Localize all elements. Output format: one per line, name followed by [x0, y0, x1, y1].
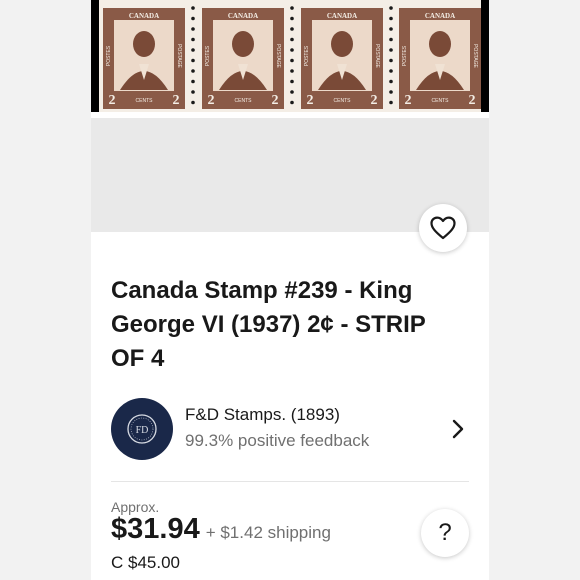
section-divider: [111, 481, 469, 482]
stamp-postes-text: POSTES: [304, 45, 310, 66]
perforation-hole: [290, 48, 294, 52]
perforation-hole: [191, 58, 195, 63]
price-value: $31.94: [111, 513, 200, 545]
watch-button[interactable]: [419, 204, 467, 252]
perforation-hole: [389, 100, 393, 105]
perforation-hole: [389, 6, 393, 10]
stamp-value-right: 2: [371, 93, 378, 108]
stamp-value-left: 2: [109, 93, 116, 108]
listing-screen: CANADA POSTES POSTAGE 2 2 CENTS CANADA POSTES PO…: [91, 0, 489, 580]
stamp: CANADA POSTES POSTAGE 2 2 CENTS: [399, 8, 481, 109]
avatar-initials: FD: [136, 425, 149, 436]
stamp: CANADA POSTES POSTAGE 2 2 CENTS: [301, 8, 383, 109]
perforation-hole: [191, 16, 195, 21]
perforation-hole: [191, 100, 195, 105]
perforation-hole: [191, 90, 195, 94]
stamp-value-left: 2: [405, 93, 412, 108]
stamp-postes-text: POSTES: [205, 45, 211, 66]
stamp-value-right: 2: [272, 93, 279, 108]
portrait-head: [429, 31, 451, 57]
shipping-cost: + $1.42 shipping: [205, 523, 331, 542]
fd-logo-icon: FD: [127, 414, 157, 444]
stamp-postes-text: POSTES: [106, 45, 112, 66]
portrait-head: [331, 31, 353, 57]
stamp-country-text: CANADA: [228, 12, 258, 20]
price-row: $31.94 + $1.42 shipping: [111, 513, 331, 546]
stamp-value-left: 2: [208, 93, 215, 108]
stamp-value-right: 2: [469, 93, 476, 108]
perforation-hole: [290, 58, 294, 63]
help-button[interactable]: ?: [421, 509, 469, 557]
heart-icon: [430, 216, 456, 240]
perforation-hole: [290, 37, 294, 42]
stamp-country-text: CANADA: [129, 12, 159, 20]
seller-avatar: FD: [111, 398, 173, 460]
perforation-hole: [389, 90, 393, 94]
perforation-hole: [290, 79, 294, 84]
portrait-head: [133, 31, 155, 57]
perforation-hole: [389, 58, 393, 63]
stamp-strip-image[interactable]: CANADA POSTES POSTAGE 2 2 CENTS CANADA POSTES PO…: [91, 0, 489, 118]
perforation-hole: [389, 69, 393, 73]
seller-info-row[interactable]: FD F&D Stamps. (1893) 99.3% positive fee…: [111, 398, 471, 462]
perforation-hole: [389, 16, 393, 21]
chevron-right-icon: [452, 419, 464, 439]
perforation-hole: [389, 37, 393, 42]
original-currency-price: C $45.00: [111, 553, 180, 572]
perforation-hole: [191, 27, 195, 31]
stamp-postage-text: POSTAGE: [374, 44, 380, 68]
perforation-hole: [389, 79, 393, 84]
perforation-hole: [191, 79, 195, 84]
perforation-hole: [290, 90, 294, 94]
stamp-value-left: 2: [307, 93, 314, 108]
stamp-country-text: CANADA: [327, 12, 357, 20]
perforation-hole: [290, 69, 294, 73]
stamp-cents-text: CENTS: [334, 98, 352, 104]
stamp-cents-text: CENTS: [136, 98, 154, 104]
stamp: CANADA POSTES POSTAGE 2 2 CENTS: [202, 8, 284, 109]
stamp-postage-text: POSTAGE: [176, 44, 182, 68]
perforation-hole: [290, 100, 294, 105]
listing-title: Canada Stamp #239 - King George VI (1937…: [111, 277, 426, 372]
stamp-postage-text: POSTAGE: [275, 44, 281, 68]
seller-feedback: 99.3% positive feedback: [185, 431, 370, 450]
perforation-hole: [290, 16, 294, 21]
help-button-label: ?: [438, 519, 452, 546]
stamp-cents-text: CENTS: [235, 98, 253, 104]
perforation-hole: [191, 69, 195, 73]
stamp-strip-graphic: CANADA POSTES POSTAGE 2 2 CENTS CANADA POSTES PO…: [91, 0, 489, 118]
perforation-hole: [191, 37, 195, 42]
perforation-hole: [389, 27, 393, 31]
perforation-hole: [389, 48, 393, 52]
perforation-hole: [191, 6, 195, 10]
stamp-postes-text: POSTES: [402, 45, 408, 66]
perforation-hole: [290, 27, 294, 31]
stamp-postage-text: POSTAGE: [472, 44, 478, 68]
portrait-head: [232, 31, 254, 57]
seller-name: F&D Stamps. (1893): [185, 405, 340, 424]
stamp-value-right: 2: [173, 93, 180, 108]
stamp-country-text: CANADA: [425, 12, 455, 20]
perforation-hole: [290, 6, 294, 10]
image-bottom-edge: [91, 112, 489, 118]
stamp: CANADA POSTES POSTAGE 2 2 CENTS: [103, 8, 185, 109]
stamp-cents-text: CENTS: [432, 98, 450, 104]
perforation-hole: [191, 48, 195, 52]
